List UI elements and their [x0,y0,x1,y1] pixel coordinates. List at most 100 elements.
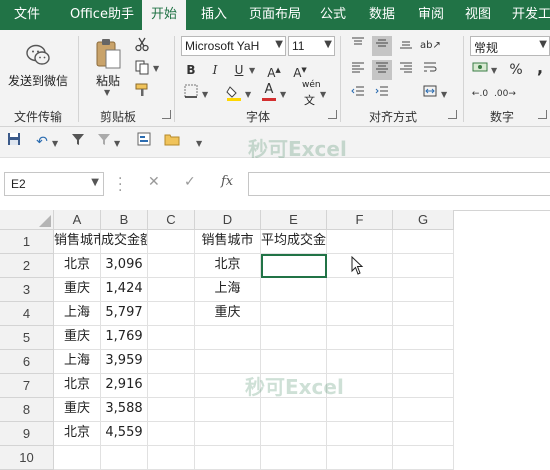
merge-dropdown-icon[interactable]: ▼ [441,90,447,99]
chevron-down-icon[interactable]: ▼ [324,39,332,50]
cell-f3[interactable] [327,278,393,302]
cell-c1[interactable] [148,230,195,254]
copy-dropdown-icon[interactable]: ▼ [153,64,159,73]
align-center-icon[interactable] [372,60,392,80]
cell-d3[interactable]: 上海 [195,278,261,302]
cell-d1[interactable]: 销售城市 [195,230,261,254]
cell-d4[interactable]: 重庆 [195,302,261,326]
cell-c10[interactable] [148,446,195,470]
percent-style-button[interactable]: % [506,60,526,80]
align-top-icon[interactable] [348,36,368,56]
row-header-2[interactable]: 2 [0,254,54,278]
column-header-g[interactable]: G [393,210,454,230]
tab-developer[interactable]: 开发工 [512,0,550,30]
cell-b1[interactable]: 成交金额 [101,230,148,254]
accounting-format-icon[interactable] [470,60,490,80]
cell-b7[interactable]: 2,916 [101,374,148,398]
chevron-down-icon[interactable]: ▼ [91,177,99,188]
align-bottom-icon[interactable] [396,36,416,56]
tab-file[interactable]: 文件 [14,0,40,30]
cell-b9[interactable]: 4,559 [101,422,148,446]
cell-f10[interactable] [327,446,393,470]
chevron-down-icon[interactable]: ▼ [539,39,547,50]
wechat-icon[interactable] [25,42,51,68]
cell-f4[interactable] [327,302,393,326]
row-header-6[interactable]: 6 [0,350,54,374]
cell-a6[interactable]: 上海 [54,350,101,374]
cell-a5[interactable]: 重庆 [54,326,101,350]
cell-e1[interactable]: 平均成交金额 [261,230,327,254]
insert-function-icon[interactable]: fx [221,174,233,189]
cell-b2[interactable]: 3,096 [101,254,148,278]
cell-c6[interactable] [148,350,195,374]
fill-color-dropdown-icon[interactable]: ▼ [245,90,251,99]
decrease-indent-icon[interactable] [348,84,368,104]
underline-button[interactable]: U [229,60,249,80]
tab-data[interactable]: 数据 [369,0,395,30]
cell-c5[interactable] [148,326,195,350]
cell-g10[interactable] [393,446,454,470]
cell-c4[interactable] [148,302,195,326]
font-color-icon[interactable]: A [259,82,279,102]
cell-d8[interactable] [195,398,261,422]
cell-g4[interactable] [393,302,454,326]
send-to-wechat-button[interactable]: 发送到微信 [8,72,68,89]
cut-icon[interactable] [132,36,152,56]
column-header-d[interactable]: D [195,210,261,230]
cell-g2[interactable] [393,254,454,278]
cell-g5[interactable] [393,326,454,350]
formula-bar-handle[interactable]: · · · [118,172,122,198]
tab-review[interactable]: 审阅 [418,0,444,30]
row-header-10[interactable]: 10 [0,446,54,470]
cell-b8[interactable]: 3,588 [101,398,148,422]
decrease-font-icon[interactable]: A▼ [290,60,310,80]
italic-button[interactable]: I [205,60,225,80]
decrease-decimal-icon[interactable]: .00→ [494,84,516,104]
cell-g8[interactable] [393,398,454,422]
tab-formulas[interactable]: 公式 [320,0,346,30]
cell-a3[interactable]: 重庆 [54,278,101,302]
cell-d10[interactable] [195,446,261,470]
increase-decimal-icon[interactable]: ←.0 [470,84,490,104]
row-header-4[interactable]: 4 [0,302,54,326]
font-color-dropdown-icon[interactable]: ▼ [280,90,286,99]
tab-office-assistant[interactable]: Office助手 [70,0,134,30]
cell-g7[interactable] [393,374,454,398]
font-size-combo[interactable]: 11 ▼ [288,36,335,56]
cell-g9[interactable] [393,422,454,446]
filter-icon[interactable] [68,132,88,152]
align-middle-icon[interactable] [372,36,392,56]
bold-button[interactable]: B [181,60,201,80]
cell-e5[interactable] [261,326,327,350]
cell-f1[interactable] [327,230,393,254]
column-header-a[interactable]: A [54,210,101,230]
cell-a2[interactable]: 北京 [54,254,101,278]
cell-a1[interactable]: 销售城市 [54,230,101,254]
cell-c8[interactable] [148,398,195,422]
cell-g1[interactable] [393,230,454,254]
cell-b3[interactable]: 1,424 [101,278,148,302]
column-header-f[interactable]: F [327,210,393,230]
cell-f5[interactable] [327,326,393,350]
column-header-e[interactable]: E [261,210,327,230]
cell-a10[interactable] [54,446,101,470]
increase-font-icon[interactable]: A▲ [264,60,284,80]
cell-e8[interactable] [261,398,327,422]
row-header-9[interactable]: 9 [0,422,54,446]
phonetic-dropdown-icon[interactable]: ▼ [320,90,326,99]
name-box[interactable]: E2 ▼ [4,172,104,196]
cell-c2[interactable] [148,254,195,278]
column-header-b[interactable]: B [101,210,148,230]
wrap-text-icon[interactable] [420,60,440,80]
cell-e9[interactable] [261,422,327,446]
fill-color-icon[interactable] [224,84,244,104]
comma-style-button[interactable]: , [530,58,550,78]
cell-e2[interactable] [261,254,327,278]
cell-a7[interactable]: 北京 [54,374,101,398]
chevron-down-icon[interactable]: ▼ [275,39,283,50]
cell-e4[interactable] [261,302,327,326]
merge-center-icon[interactable] [420,84,440,104]
open-folder-icon[interactable] [162,132,182,152]
row-header-1[interactable]: 1 [0,230,54,254]
font-name-combo[interactable]: Microsoft YaH ▼ [181,36,286,56]
